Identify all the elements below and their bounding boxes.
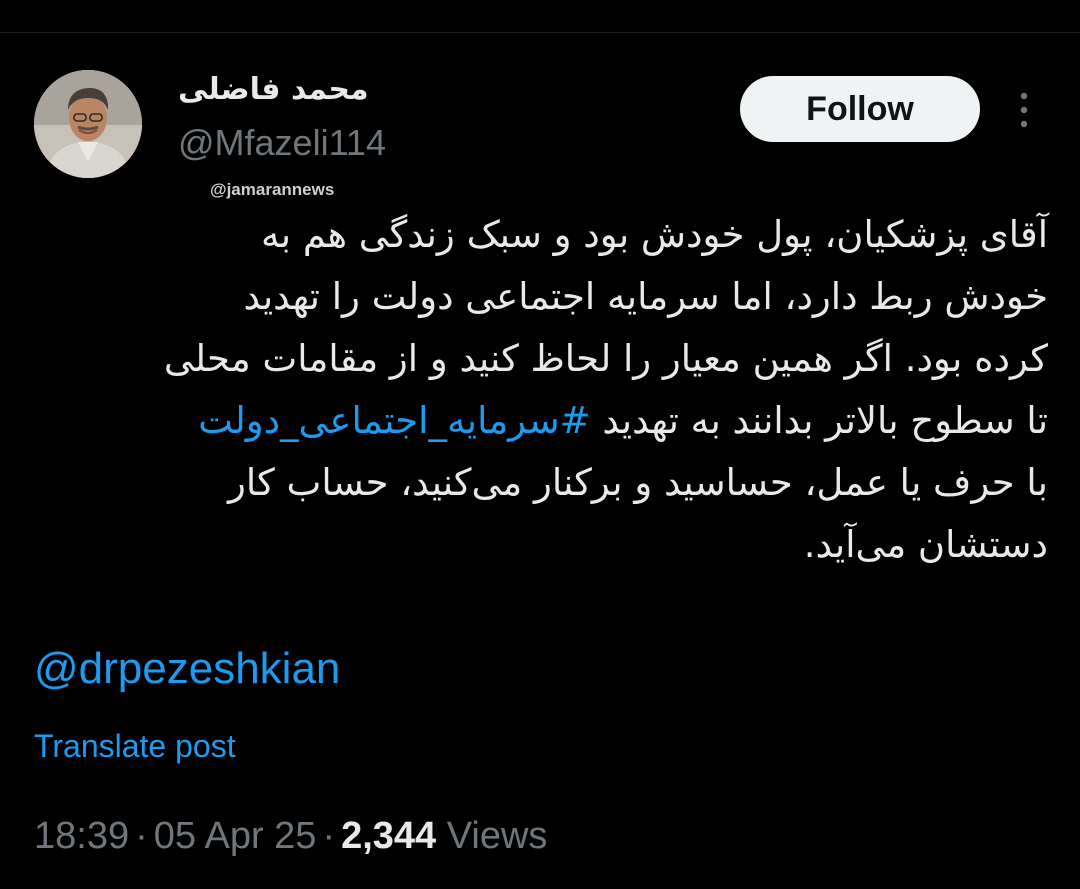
post-time[interactable]: 18:39 — [34, 815, 129, 857]
more-vertical-icon[interactable] — [1012, 88, 1036, 132]
post-meta: 18:39 · 05 Apr 25 · 2,344 Views — [34, 815, 547, 858]
post-date[interactable]: 05 Apr 25 — [154, 815, 317, 857]
author-display-name[interactable]: محمد فاضلی — [178, 72, 369, 107]
tweet-line: تا سطوح بالاتر بدانند به تهدید #سرمایه_ا… — [198, 399, 1048, 442]
translate-post-link[interactable]: Translate post — [34, 728, 236, 765]
tweet-line: خودش ربط دارد، اما سرمایه اجتماعی دولت ر… — [243, 275, 1048, 318]
views-label: Views — [446, 815, 548, 857]
watermark: @jamarannews — [210, 180, 335, 199]
tweet-line: آقای پزشکیان، پول خودش بود و سبک زندگی ه… — [260, 213, 1048, 256]
mention-link[interactable]: @drpezeshkian — [34, 644, 340, 694]
tweet-line: با حرف یا عمل، حساسید و برکنار می‌کنید، … — [227, 461, 1048, 504]
tweet-text: آقای پزشکیان، پول خودش بود و سبک زندگی ه… — [40, 204, 1048, 576]
follow-button[interactable]: Follow — [740, 76, 980, 142]
meta-separator: · — [322, 815, 336, 857]
author-handle[interactable]: @Mfazeli114 — [178, 122, 386, 164]
tweet-line: کرده بود. اگر همین معیار را لحاظ کنید و … — [163, 337, 1048, 380]
meta-separator: · — [135, 815, 148, 857]
hashtag-link[interactable]: #سرمایه_اجتماعی_دولت — [198, 399, 591, 442]
avatar[interactable] — [34, 70, 142, 178]
avatar-photo — [34, 70, 142, 178]
top-divider — [0, 32, 1080, 33]
tweet-line: دستشان می‌آید. — [803, 523, 1048, 566]
views-count: 2,344 — [341, 815, 437, 857]
